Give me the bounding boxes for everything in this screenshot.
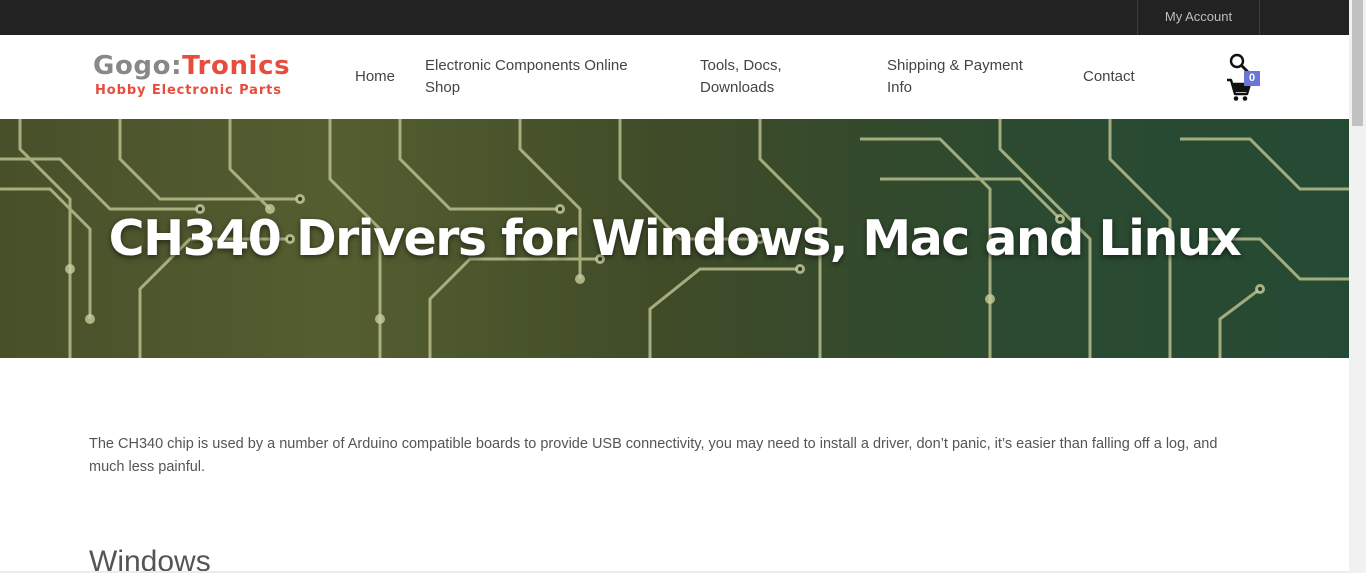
nav-contact[interactable]: Contact — [1083, 66, 1135, 88]
scrollbar-thumb[interactable] — [1352, 0, 1363, 126]
nav-online-shop[interactable]: Electronic Components Online Shop — [425, 55, 628, 99]
nav-tools-line2: Downloads — [700, 79, 775, 96]
logo-tagline: Hobby Electronic Parts — [95, 83, 282, 98]
logo-name-part1: Gogo: — [93, 51, 183, 81]
cart-count-badge: 0 — [1244, 71, 1260, 86]
section-heading-windows: Windows — [89, 545, 211, 573]
nav-tools-line1: Tools, Docs, — [700, 57, 782, 74]
nav-online-shop-line1: Electronic Components Online — [425, 57, 628, 74]
my-account-link[interactable]: My Account — [1137, 0, 1260, 35]
logo-name-part2: Tronics — [182, 51, 291, 81]
site-logo[interactable]: Gogo:Tronics Hobby Electronic Parts — [93, 51, 290, 101]
nav-shipping-line2: Info — [887, 79, 913, 96]
search-icon[interactable] — [1229, 53, 1249, 73]
nav-tools-docs-downloads[interactable]: Tools, Docs, Downloads — [700, 55, 782, 99]
page-title: CH340 Drivers for Windows, Mac and Linux — [108, 210, 1242, 267]
logo-name: Gogo:Tronics — [93, 51, 290, 81]
nav-shipping-payment[interactable]: Shipping & Payment Info — [887, 55, 1023, 99]
page-scrollbar[interactable] — [1349, 0, 1366, 573]
hero-banner: CH340 Drivers for Windows, Mac and Linux — [0, 119, 1349, 358]
nav-shipping-line1: Shipping & Payment — [887, 57, 1023, 74]
intro-paragraph: The CH340 chip is used by a number of Ar… — [89, 436, 1218, 475]
nav-home[interactable]: Home — [355, 66, 395, 88]
top-bar: My Account — [0, 0, 1349, 35]
nav-online-shop-line2: Shop — [425, 79, 461, 96]
site-header: Gogo:Tronics Hobby Electronic Parts Home… — [0, 35, 1349, 119]
